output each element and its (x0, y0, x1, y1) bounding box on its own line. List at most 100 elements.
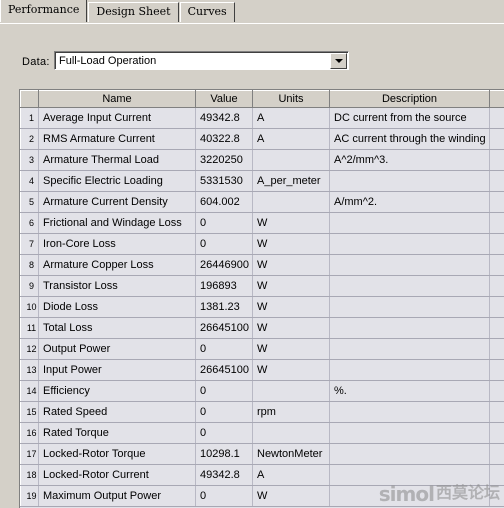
cell-units[interactable]: W (252, 254, 330, 276)
row-header-14[interactable]: 14 (20, 380, 39, 402)
cell-description[interactable] (329, 170, 490, 192)
cell-name[interactable]: Locked-Rotor Current (38, 464, 196, 486)
table-row[interactable]: 4 Specific Electric Loading 5331530 A_per_m… (20, 170, 504, 192)
cell-value[interactable]: 0 (195, 338, 253, 360)
row-header-18[interactable]: 18 (20, 464, 39, 486)
cell-extra[interactable] (489, 191, 504, 213)
cell-value[interactable]: 0 (195, 401, 253, 423)
cell-units[interactable]: NewtonMeter (252, 443, 330, 465)
tab-curves[interactable]: Curves (179, 2, 235, 22)
cell-units[interactable]: W (252, 212, 330, 234)
cell-description[interactable]: %. (329, 380, 490, 402)
cell-extra[interactable] (489, 359, 504, 381)
cell-extra[interactable] (489, 128, 504, 150)
cell-name[interactable]: Armature Copper Loss (38, 254, 196, 276)
cell-value[interactable]: 196893 (195, 275, 253, 297)
cell-value[interactable]: 5331530 (195, 170, 253, 192)
cell-extra[interactable] (489, 275, 504, 297)
cell-units[interactable]: W (252, 275, 330, 297)
cell-description[interactable] (329, 422, 490, 444)
row-header-13[interactable]: 13 (20, 359, 39, 381)
cell-description[interactable] (329, 338, 490, 360)
cell-name[interactable]: Iron-Core Loss (38, 233, 196, 255)
cell-description[interactable] (329, 254, 490, 276)
cell-value[interactable]: 26645100 (195, 317, 253, 339)
cell-value[interactable]: 0 (195, 485, 253, 507)
cell-description[interactable] (329, 464, 490, 486)
row-header-17[interactable]: 17 (20, 443, 39, 465)
row-header-5[interactable]: 5 (20, 191, 39, 213)
cell-name[interactable]: Locked-Rotor Torque (38, 443, 196, 465)
grid-column-header-name[interactable]: Name (38, 90, 196, 108)
cell-extra[interactable] (489, 338, 504, 360)
cell-value[interactable]: 1381.23 (195, 296, 253, 318)
row-header-10[interactable]: 10 (20, 296, 39, 318)
data-combobox[interactable]: Full-Load Operation (54, 51, 349, 70)
row-header-6[interactable]: 6 (20, 212, 39, 234)
cell-description[interactable]: A/mm^2. (329, 191, 490, 213)
cell-name[interactable]: Efficiency (38, 380, 196, 402)
table-row[interactable]: 18 Locked-Rotor Current 49342.8 A (20, 464, 504, 486)
cell-name[interactable]: Average Input Current (38, 107, 196, 129)
table-row[interactable]: 11 Total Loss 26645100 W (20, 317, 504, 339)
cell-units[interactable]: A_per_meter (252, 170, 330, 192)
tab-performance[interactable]: Performance (0, 0, 88, 22)
grid-column-header-description[interactable]: Description (329, 90, 490, 108)
cell-extra[interactable] (489, 254, 504, 276)
cell-name[interactable]: Transistor Loss (38, 275, 196, 297)
cell-description[interactable] (329, 317, 490, 339)
performance-grid-container[interactable]: Name Value Units Description 1 Average In… (19, 89, 504, 508)
row-header-11[interactable]: 11 (20, 317, 39, 339)
cell-units[interactable] (252, 422, 330, 444)
row-header-16[interactable]: 16 (20, 422, 39, 444)
table-row[interactable]: 5 Armature Current Density 604.002 A/mm^2. (20, 191, 504, 213)
cell-value[interactable]: 10298.1 (195, 443, 253, 465)
cell-units[interactable] (252, 380, 330, 402)
table-row[interactable]: 19 Maximum Output Power 0 W (20, 485, 504, 507)
cell-units[interactable]: A (252, 464, 330, 486)
row-header-2[interactable]: 2 (20, 128, 39, 150)
row-header-4[interactable]: 4 (20, 170, 39, 192)
table-row[interactable]: 16 Rated Torque 0 (20, 422, 504, 444)
cell-name[interactable]: Input Power (38, 359, 196, 381)
cell-units[interactable]: W (252, 296, 330, 318)
cell-description[interactable] (329, 212, 490, 234)
cell-extra[interactable] (489, 107, 504, 129)
row-header-7[interactable]: 7 (20, 233, 39, 255)
cell-units[interactable]: A (252, 128, 330, 150)
data-combobox-dropdown-button[interactable] (330, 52, 347, 69)
table-row[interactable]: 2 RMS Armature Current 40322.8 A AC current … (20, 128, 504, 150)
cell-value[interactable]: 26645100 (195, 359, 253, 381)
cell-extra[interactable] (489, 296, 504, 318)
cell-description[interactable]: AC current through the winding (329, 128, 490, 150)
cell-extra[interactable] (489, 212, 504, 234)
table-row[interactable]: 7 Iron-Core Loss 0 W (20, 233, 504, 255)
cell-extra[interactable] (489, 380, 504, 402)
cell-name[interactable]: Specific Electric Loading (38, 170, 196, 192)
cell-description[interactable] (329, 485, 490, 507)
cell-units[interactable]: A (252, 107, 330, 129)
cell-description[interactable] (329, 401, 490, 423)
table-row[interactable]: 9 Transistor Loss 196893 W (20, 275, 504, 297)
cell-value[interactable]: 49342.8 (195, 107, 253, 129)
cell-units[interactable]: W (252, 338, 330, 360)
cell-name[interactable]: Armature Thermal Load (38, 149, 196, 171)
cell-extra[interactable] (489, 443, 504, 465)
cell-units[interactable]: W (252, 359, 330, 381)
cell-extra[interactable] (489, 485, 504, 507)
cell-description[interactable]: DC current from the source (329, 107, 490, 129)
row-header-15[interactable]: 15 (20, 401, 39, 423)
grid-select-all-corner[interactable] (20, 90, 39, 108)
cell-value[interactable]: 604.002 (195, 191, 253, 213)
cell-description[interactable] (329, 296, 490, 318)
cell-extra[interactable] (489, 233, 504, 255)
row-header-1[interactable]: 1 (20, 107, 39, 129)
cell-name[interactable]: Rated Torque (38, 422, 196, 444)
cell-value[interactable]: 49342.8 (195, 464, 253, 486)
row-header-9[interactable]: 9 (20, 275, 39, 297)
table-row[interactable]: 1 Average Input Current 49342.8 A DC current… (20, 107, 504, 129)
cell-description[interactable] (329, 443, 490, 465)
cell-name[interactable]: Rated Speed (38, 401, 196, 423)
grid-column-header-units[interactable]: Units (252, 90, 330, 108)
cell-units[interactable] (252, 149, 330, 171)
